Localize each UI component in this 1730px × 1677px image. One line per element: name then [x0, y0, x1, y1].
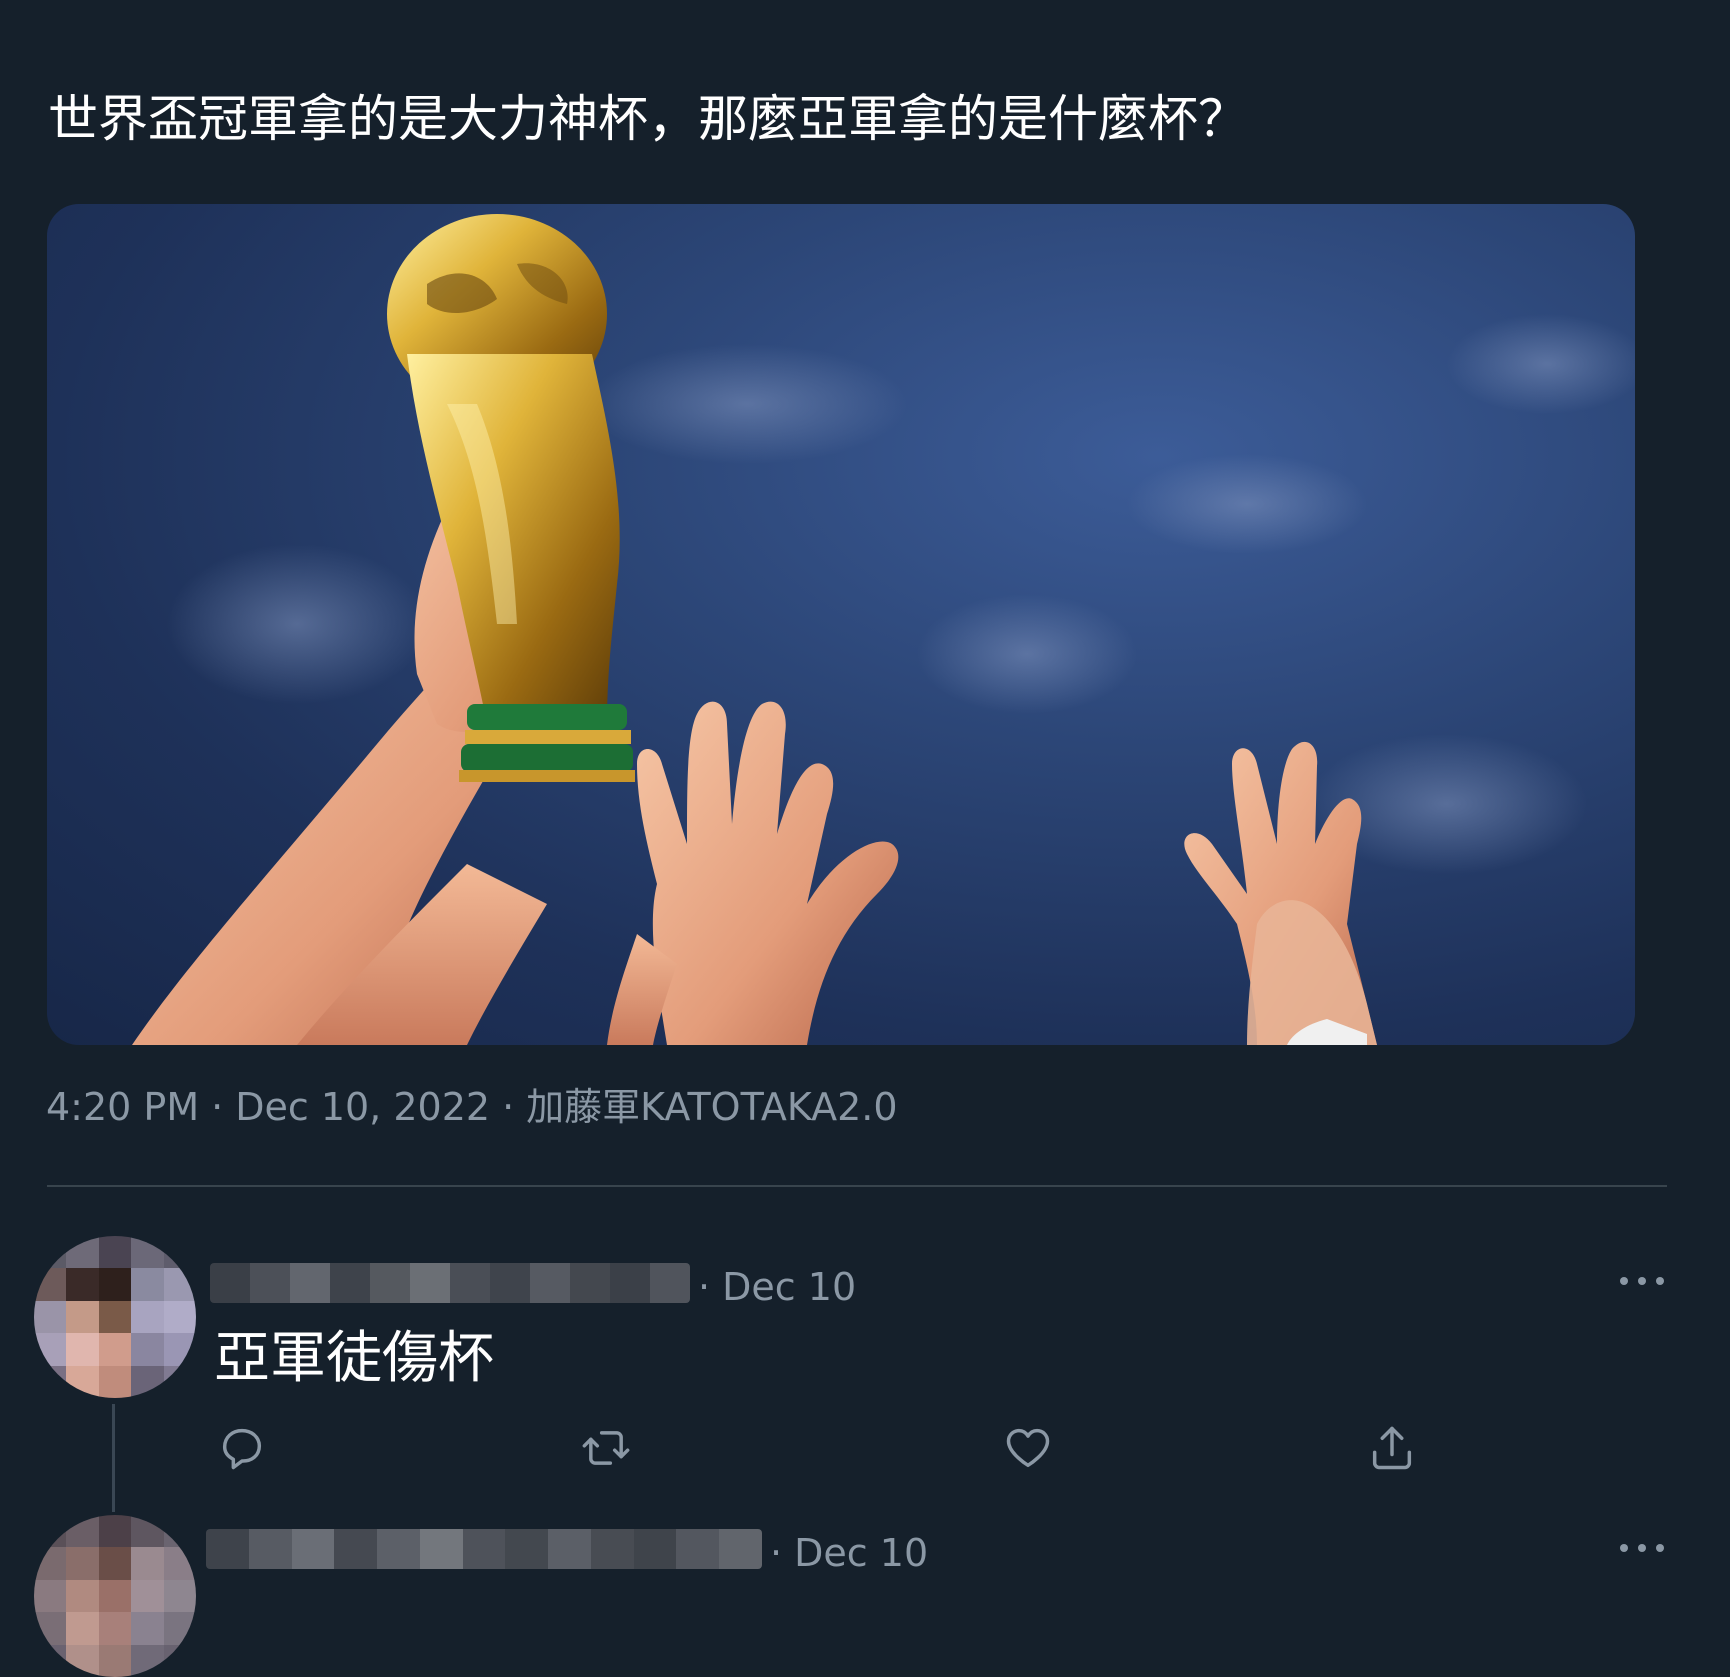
thread-line	[112, 1404, 115, 1512]
avatar[interactable]	[34, 1515, 196, 1677]
tweet-source[interactable]: 加藤軍KATOTAKA2.0	[526, 1085, 897, 1129]
separator: ·	[502, 1085, 515, 1129]
reply-author-name-blurred[interactable]	[206, 1529, 762, 1569]
reply-text: 亞軍徒傷杯	[214, 1326, 494, 1391]
more-options-icon[interactable]	[1620, 1540, 1664, 1556]
divider	[47, 1185, 1667, 1187]
reply-author-name-blurred[interactable]	[210, 1263, 690, 1303]
share-icon[interactable]	[1366, 1422, 1418, 1474]
like-icon[interactable]	[1002, 1422, 1054, 1474]
tweet-detail-page: 世界盃冠軍拿的是大力神杯，那麼亞軍拿的是什麼杯？ 4:20 PM · Dec 1…	[0, 0, 1730, 1677]
reply-date[interactable]: · Dec 10	[770, 1528, 928, 1578]
tweet-media-image[interactable]	[47, 204, 1635, 1045]
tweet-text: 世界盃冠軍拿的是大力神杯，那麼亞軍拿的是什麼杯？	[48, 90, 1248, 148]
separator: ·	[211, 1085, 224, 1129]
avatar[interactable]	[34, 1236, 196, 1398]
reply-date[interactable]: · Dec 10	[698, 1262, 856, 1312]
retweet-icon[interactable]	[580, 1422, 632, 1474]
reply-icon[interactable]	[216, 1422, 268, 1474]
tweet-metadata: 4:20 PM · Dec 10, 2022 · 加藤軍KATOTAKA2.0	[46, 1082, 898, 1132]
tweet-time[interactable]: 4:20 PM	[46, 1085, 199, 1129]
tweet-date[interactable]: Dec 10, 2022	[235, 1085, 490, 1129]
more-options-icon[interactable]	[1620, 1273, 1664, 1289]
